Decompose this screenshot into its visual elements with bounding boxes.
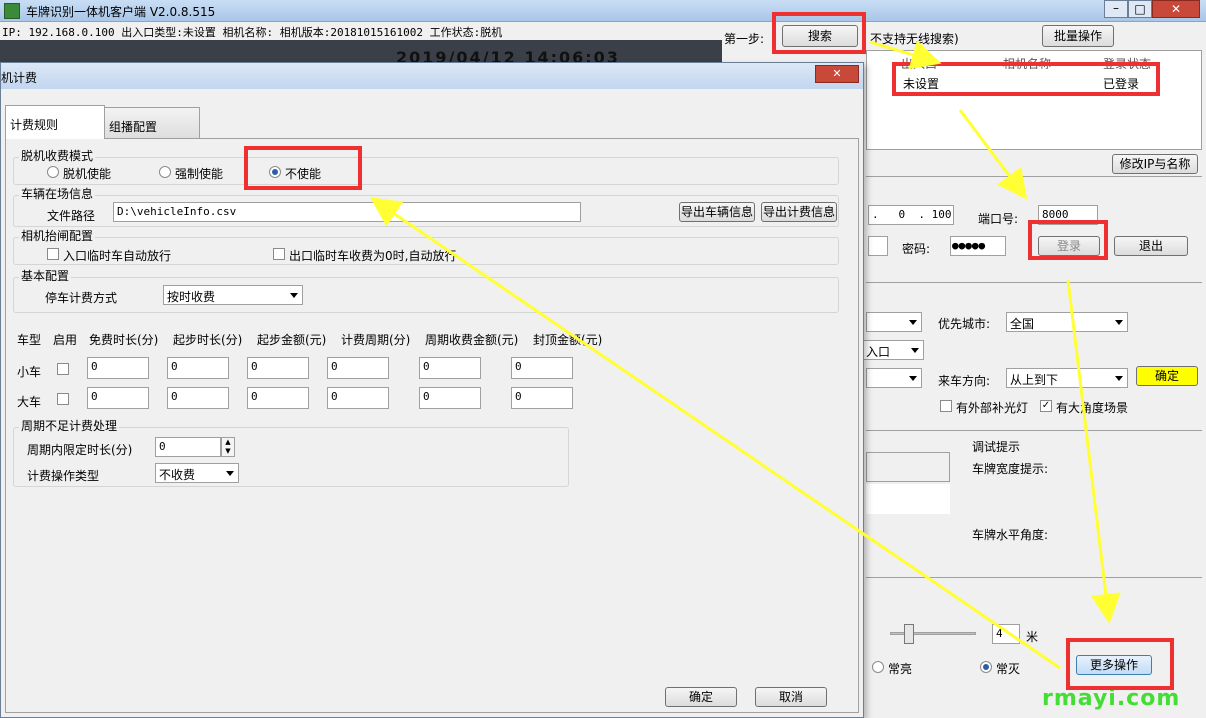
arrow-row-to-login [958, 109, 1028, 200]
tab-billing-rules[interactable]: 计费规则 [5, 105, 105, 139]
arrow-search-to-row [869, 40, 942, 70]
arrow-login-to-more [1066, 279, 1121, 624]
annotation-arrows [370, 40, 1121, 670]
arrow-more-to-disable [370, 197, 1061, 670]
